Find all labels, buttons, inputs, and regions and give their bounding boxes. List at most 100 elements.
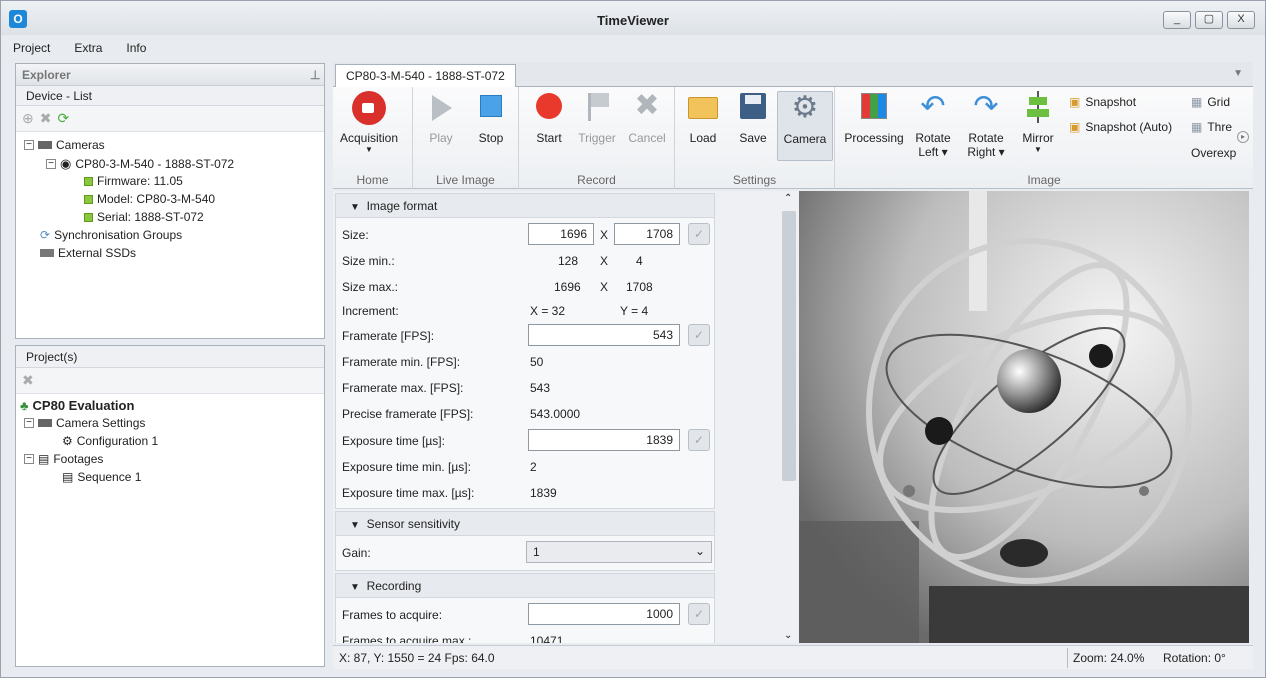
- maximize-button[interactable]: ▢: [1195, 11, 1223, 29]
- serial-label: Serial: 1888-ST-072: [97, 210, 204, 224]
- rotate-right-button[interactable]: ↷ Rotate Right ▾: [959, 91, 1013, 160]
- zoom-status: Zoom: 24.0%: [1073, 651, 1145, 665]
- trigger-button[interactable]: Trigger: [569, 91, 625, 145]
- tree-cameras[interactable]: − Cameras: [24, 138, 105, 152]
- collapse-icon[interactable]: −: [24, 454, 34, 464]
- tree-configuration[interactable]: ⚙ Configuration 1: [62, 434, 158, 448]
- apply-frames-check-icon[interactable]: ✓: [688, 603, 710, 625]
- exposure-input[interactable]: 1839: [528, 429, 680, 451]
- rotation-status: Rotation: 0°: [1163, 651, 1226, 665]
- properties-scrollbar[interactable]: ⌃ ⌄: [779, 191, 799, 643]
- increment-y: Y = 4: [620, 304, 649, 318]
- ribbon-group-image: Processing ↶ Rotate Left ▾ ↷ Rotate Right …: [835, 87, 1253, 189]
- menu-info[interactable]: Info: [114, 37, 158, 59]
- play-button[interactable]: Play: [413, 91, 469, 145]
- remove-project-icon[interactable]: ✖: [22, 372, 34, 389]
- processing-button[interactable]: Processing: [839, 91, 909, 145]
- cancel-x-icon: ✖: [634, 89, 660, 122]
- snapshot-auto-label: Snapshot (Auto): [1085, 120, 1173, 134]
- processing-label: Processing: [844, 131, 904, 145]
- acquisition-button[interactable]: Acquisition ▼: [337, 91, 401, 154]
- property-icon: [84, 194, 93, 204]
- tree-firmware[interactable]: Firmware: 11.05: [84, 174, 183, 188]
- mirror-button[interactable]: Mirror ▼: [1013, 91, 1063, 154]
- scroll-thumb[interactable]: [782, 211, 796, 481]
- tree-camera-settings[interactable]: − Camera Settings: [24, 416, 145, 430]
- rotate-right-label: Rotate: [968, 131, 1004, 145]
- recording-header[interactable]: ▼ Recording: [336, 574, 714, 598]
- image-format-header[interactable]: ▼ Image format: [336, 194, 714, 218]
- collapse-icon[interactable]: −: [46, 159, 56, 169]
- refresh-icon[interactable]: ⟳: [57, 110, 69, 127]
- gain-select[interactable]: 1 ⌄: [526, 541, 712, 563]
- camera-auto-icon: ▣: [1069, 120, 1081, 134]
- load-button[interactable]: Load: [675, 91, 731, 145]
- collapse-icon[interactable]: −: [24, 140, 34, 150]
- frames-input[interactable]: 1000: [528, 603, 680, 625]
- camera-icon: ◉: [60, 156, 72, 171]
- tree-footages[interactable]: − ▤ Footages: [24, 452, 103, 466]
- scroll-down-icon[interactable]: ⌄: [784, 630, 792, 641]
- tree-sequence[interactable]: ▤ Sequence 1: [62, 470, 141, 484]
- tree-model[interactable]: Model: CP80-3-M-540: [84, 192, 215, 206]
- minimize-button[interactable]: _: [1163, 11, 1191, 29]
- tree-serial[interactable]: Serial: 1888-ST-072: [84, 210, 204, 224]
- save-button[interactable]: Save: [725, 91, 781, 145]
- camera-settings-button[interactable]: ⚙ Camera: [777, 91, 833, 161]
- camera-label: Camera: [783, 132, 827, 146]
- stop-button[interactable]: Stop: [463, 91, 519, 145]
- threshold-button[interactable]: ▦ Thre: [1191, 120, 1232, 134]
- threshold-icon: ▦: [1191, 120, 1203, 134]
- tab-menu-chevron-icon[interactable]: ▼: [1233, 68, 1243, 79]
- size-min-x: X: [600, 254, 609, 268]
- ribbon-group-home: Acquisition ▼ Home: [333, 87, 413, 189]
- acquisition-label: Acquisition: [339, 131, 399, 145]
- tab-camera-document[interactable]: CP80-3-M-540 - 1888-ST-072: [335, 64, 516, 88]
- apply-size-check-icon[interactable]: ✓: [688, 223, 710, 245]
- apply-exposure-check-icon[interactable]: ✓: [688, 429, 710, 451]
- framerate-input[interactable]: 543: [528, 324, 680, 346]
- grid-button[interactable]: ▦ Grid: [1191, 95, 1230, 109]
- remove-device-icon[interactable]: ✖: [40, 110, 52, 127]
- rotate-right-label-2: Right ▾: [967, 145, 1005, 159]
- tree-external-ssds[interactable]: External SSDs: [40, 246, 136, 260]
- overexposure-button[interactable]: Overexp: [1191, 146, 1236, 160]
- gain-value: 1: [533, 545, 540, 559]
- rotate-left-button[interactable]: ↶ Rotate Left ▾: [907, 91, 959, 160]
- pin-icon[interactable]: ⊥: [310, 64, 320, 86]
- increment-label: Increment:: [342, 304, 399, 318]
- size-max-x: X: [600, 280, 609, 294]
- close-button[interactable]: X: [1227, 11, 1255, 29]
- frames-label: Frames to acquire:: [342, 608, 443, 622]
- image-format-section: ▼ Image format Size: 1696 X 1708 ✓ Size …: [335, 193, 715, 509]
- projects-toolbar: ✖: [16, 368, 324, 394]
- grid-icon: ▦: [1191, 95, 1203, 109]
- sensor-header[interactable]: ▼ Sensor sensitivity: [336, 512, 714, 536]
- settings-group-label: Settings: [732, 173, 777, 187]
- menu-project[interactable]: Project: [1, 37, 62, 59]
- project-icon: ♣: [20, 398, 29, 413]
- document-tabs: CP80-3-M-540 - 1888-ST-072 ▼: [333, 62, 1253, 88]
- cancel-button[interactable]: ✖ Cancel: [619, 89, 675, 146]
- size-width-input[interactable]: 1696: [528, 223, 594, 245]
- snapshot-button[interactable]: ▣ Snapshot: [1069, 95, 1136, 109]
- add-device-icon[interactable]: ⊕: [22, 110, 34, 127]
- tree-project-root[interactable]: ♣ CP80 Evaluation: [20, 398, 134, 413]
- menu-extra[interactable]: Extra: [62, 37, 114, 59]
- live-image-view[interactable]: [799, 191, 1249, 643]
- size-max-w: 1696: [554, 280, 581, 294]
- size-height-input[interactable]: 1708: [614, 223, 680, 245]
- snapshot-auto-button[interactable]: ▣ Snapshot (Auto): [1069, 120, 1172, 134]
- home-group-label: Home: [356, 173, 389, 187]
- play-label: Play: [429, 131, 453, 145]
- precise-framerate-label: Precise framerate [FPS]:: [342, 407, 474, 421]
- tree-sync-groups[interactable]: ⟳ Synchronisation Groups: [40, 228, 182, 242]
- ribbon-scroll-right-icon[interactable]: ▸: [1237, 131, 1249, 143]
- increment-x: X = 32: [530, 304, 566, 318]
- apply-framerate-check-icon[interactable]: ✓: [688, 324, 710, 346]
- scroll-up-icon[interactable]: ⌃: [784, 193, 792, 204]
- collapse-icon[interactable]: −: [24, 418, 34, 428]
- mirror-icon: [1021, 91, 1055, 125]
- floppy-icon: [736, 91, 770, 125]
- tree-camera[interactable]: − ◉ CP80-3-M-540 - 1888-ST-072: [46, 156, 234, 172]
